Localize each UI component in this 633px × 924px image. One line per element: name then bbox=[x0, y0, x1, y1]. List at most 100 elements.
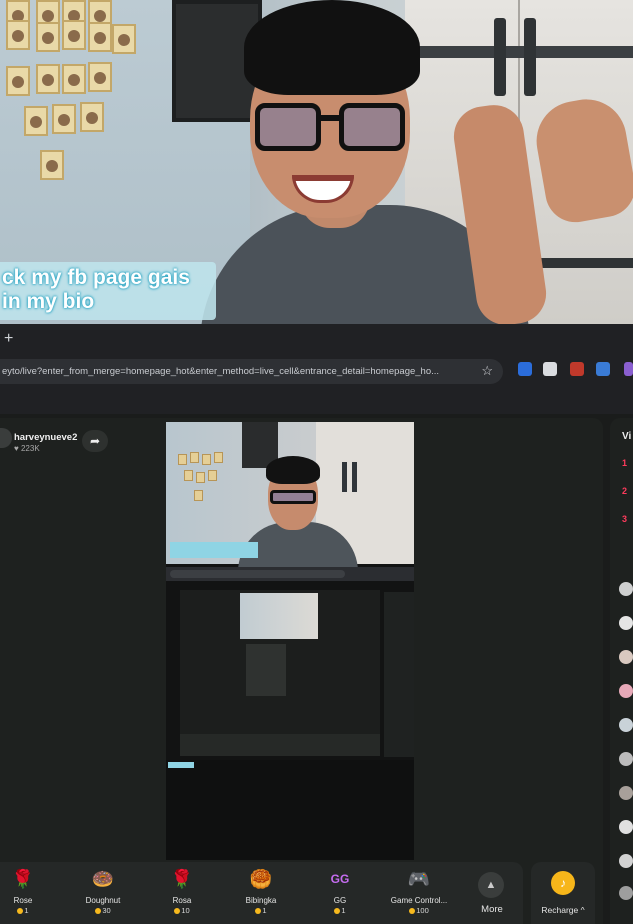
gift-price-value: 1 bbox=[262, 906, 267, 915]
wanted-poster bbox=[88, 62, 112, 92]
gift-gg[interactable]: GG GG 1 bbox=[305, 866, 375, 915]
extension-icon[interactable] bbox=[543, 362, 557, 376]
gift-price: 1 bbox=[0, 906, 58, 915]
lens bbox=[339, 103, 405, 151]
doughnut-icon: 🍩 bbox=[91, 869, 115, 889]
gift-bibingka[interactable]: 🥮 Bibingka 1 bbox=[226, 866, 296, 915]
host-name[interactable]: harveynueve2 bbox=[14, 432, 77, 443]
gift-name: Bibingka bbox=[245, 896, 277, 905]
viewer-rank: 2 bbox=[622, 486, 628, 496]
wanted-poster bbox=[178, 454, 187, 465]
more-button[interactable]: More bbox=[472, 904, 512, 915]
caption-line-1: ck my fb page gais bbox=[2, 266, 190, 289]
recharge-button[interactable]: Recharge ^ bbox=[533, 905, 593, 915]
cabinet-handle bbox=[352, 462, 357, 492]
nested-address-bar bbox=[170, 570, 345, 578]
wanted-poster bbox=[208, 470, 217, 481]
game-controller-icon: 🎮 bbox=[407, 869, 431, 889]
cabinet-handle bbox=[342, 462, 347, 492]
wanted-poster bbox=[6, 66, 30, 96]
like-count: ♥ 223K bbox=[14, 444, 40, 453]
gift-name: Game Control... bbox=[390, 896, 448, 905]
chevron-up-icon[interactable]: ▲ bbox=[478, 872, 504, 898]
live-video-player[interactable] bbox=[166, 422, 414, 860]
gift-name: Rose bbox=[13, 896, 33, 905]
coin-icon bbox=[255, 908, 262, 915]
share-arrow-icon[interactable]: ➦ bbox=[82, 430, 108, 452]
viewer-avatar[interactable] bbox=[619, 786, 633, 800]
url-text: eyto/live?enter_from_merge=homepage_hot&… bbox=[2, 366, 440, 377]
nested-viewer-panel bbox=[384, 592, 414, 757]
wanted-poster bbox=[184, 470, 193, 481]
gg-icon: GG bbox=[330, 872, 350, 886]
viewer-rank: 3 bbox=[622, 514, 628, 524]
nested-webcam bbox=[166, 422, 414, 572]
caption-line-2: in my bio bbox=[2, 290, 95, 313]
glasses bbox=[270, 490, 316, 504]
wanted-poster bbox=[112, 24, 136, 54]
hair bbox=[266, 456, 320, 484]
coin-icon[interactable]: ♪ bbox=[551, 871, 575, 895]
viewer-panel-title: Vi bbox=[622, 431, 632, 442]
viewer-avatar[interactable] bbox=[619, 582, 633, 596]
address-bar[interactable]: eyto/live?enter_from_merge=homepage_hot&… bbox=[0, 359, 503, 384]
wanted-poster bbox=[36, 64, 60, 94]
streamer bbox=[160, 0, 633, 324]
viewer-avatar[interactable] bbox=[619, 820, 633, 834]
screen: ck my fb page gais in my bio + eyto/live… bbox=[0, 0, 633, 924]
coin-icon bbox=[95, 908, 102, 915]
viewer-avatar[interactable] bbox=[619, 616, 633, 630]
wanted-poster bbox=[88, 22, 112, 52]
nested-page-footer bbox=[166, 760, 414, 860]
viewer-avatar[interactable] bbox=[619, 854, 633, 868]
extension-icon[interactable] bbox=[518, 362, 532, 376]
viewer-avatar[interactable] bbox=[619, 650, 633, 664]
gift-name: GG bbox=[333, 896, 347, 905]
wanted-poster bbox=[80, 102, 104, 132]
gift-game-controller[interactable]: 🎮 Game Control... 100 bbox=[384, 866, 454, 915]
gift-doughnut[interactable]: 🍩 Doughnut 30 bbox=[68, 866, 138, 915]
rose-icon: 🌹 bbox=[11, 869, 35, 889]
extension-icon[interactable] bbox=[570, 362, 584, 376]
avatar[interactable] bbox=[0, 428, 12, 448]
wanted-poster bbox=[196, 472, 205, 483]
lens bbox=[255, 103, 321, 151]
gift-price: 1 bbox=[226, 906, 296, 915]
viewer-avatar[interactable] bbox=[619, 684, 633, 698]
gift-name: Rosa bbox=[172, 896, 192, 905]
viewer-avatar[interactable] bbox=[619, 752, 633, 766]
gift-rose[interactable]: 🌹 Rose 1 bbox=[0, 866, 58, 915]
extension-icon[interactable] bbox=[596, 362, 610, 376]
wanted-poster bbox=[202, 454, 211, 465]
gift-name: Doughnut bbox=[85, 896, 121, 905]
glasses bbox=[255, 103, 405, 155]
viewer-rank: 1 bbox=[622, 458, 628, 468]
viewer-avatar[interactable] bbox=[619, 886, 633, 900]
coin-icon bbox=[17, 908, 24, 915]
coin-icon bbox=[409, 908, 416, 915]
nested-caption-tag bbox=[168, 762, 194, 768]
gift-rosa[interactable]: 🌹 Rosa 10 bbox=[147, 866, 217, 915]
coin-icon bbox=[334, 908, 341, 915]
extension-icon[interactable] bbox=[624, 362, 633, 376]
gift-price-value: 30 bbox=[102, 906, 111, 915]
stream-caption: ck my fb page gais in my bio bbox=[0, 262, 216, 320]
hair bbox=[244, 0, 420, 95]
star-icon[interactable]: ☆ bbox=[481, 363, 493, 379]
wanted-poster bbox=[194, 490, 203, 501]
wanted-poster bbox=[190, 452, 199, 463]
rosa-icon: 🌹 bbox=[170, 869, 194, 889]
gift-price: 30 bbox=[68, 906, 138, 915]
gift-price-value: 100 bbox=[416, 906, 429, 915]
host-info[interactable] bbox=[0, 428, 12, 448]
new-tab-button[interactable]: + bbox=[4, 330, 13, 348]
gift-price-value: 1 bbox=[341, 906, 346, 915]
nested-caption bbox=[170, 542, 258, 558]
gift-price: 100 bbox=[384, 906, 454, 915]
wanted-poster bbox=[62, 20, 86, 50]
coin-icon bbox=[174, 908, 181, 915]
wanted-poster bbox=[214, 452, 223, 463]
wanted-poster bbox=[52, 104, 76, 134]
wanted-poster bbox=[62, 64, 86, 94]
viewer-avatar[interactable] bbox=[619, 718, 633, 732]
